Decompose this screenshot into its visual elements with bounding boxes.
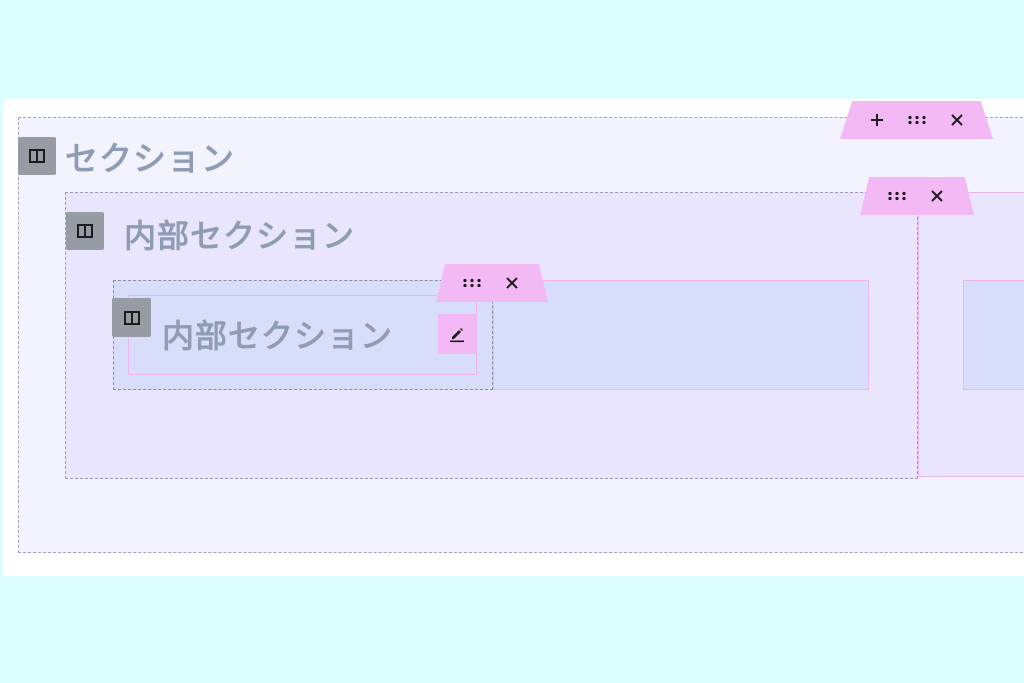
columns-icon	[123, 310, 140, 325]
inner-section-heading: 内部セクション	[124, 217, 356, 255]
edit-widget-button[interactable]	[438, 314, 476, 354]
remove-nested-section-button[interactable]	[500, 271, 524, 295]
close-icon	[950, 114, 963, 126]
nested-section-type-badge[interactable]	[112, 298, 151, 337]
drag-inner-section-button[interactable]	[885, 184, 909, 208]
add-section-button[interactable]	[865, 108, 889, 132]
column[interactable]	[963, 280, 1024, 390]
nested-section-toolbar	[436, 264, 548, 302]
close-icon	[931, 190, 943, 202]
remove-section-button[interactable]	[945, 108, 969, 132]
editor-canvas: セクション 内部セクション 内部セクション	[3, 99, 1024, 576]
outer-section-toolbar	[840, 101, 993, 139]
columns-icon	[77, 224, 93, 238]
drag-nested-section-button[interactable]	[460, 271, 484, 295]
pencil-icon	[450, 328, 464, 343]
column[interactable]	[493, 280, 869, 390]
remove-inner-section-button[interactable]	[925, 184, 949, 208]
drag-section-button[interactable]	[905, 108, 929, 132]
drag-handle-icon	[888, 191, 906, 201]
outer-section-heading: セクション	[65, 139, 235, 178]
nested-section-heading: 内部セクション	[162, 317, 394, 355]
inner-section-type-badge[interactable]	[66, 212, 104, 250]
close-icon	[506, 277, 518, 289]
drag-handle-icon	[463, 278, 481, 288]
inner-section-toolbar	[860, 177, 974, 215]
outer-section-type-badge[interactable]	[18, 137, 56, 175]
drag-handle-icon	[907, 115, 926, 125]
plus-icon	[870, 114, 883, 126]
columns-icon	[29, 149, 45, 163]
